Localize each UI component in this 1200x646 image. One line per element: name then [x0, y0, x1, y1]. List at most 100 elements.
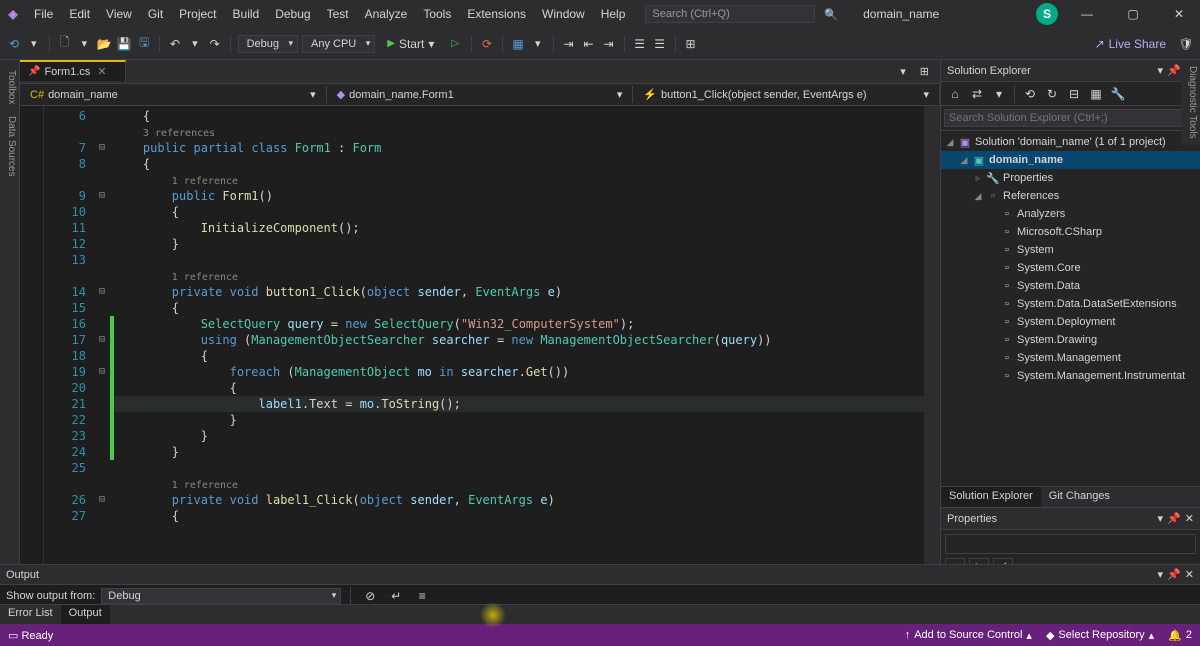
- panel-pin-icon[interactable]: 📌: [1167, 64, 1181, 77]
- tree-node[interactable]: ▫System.Deployment: [941, 313, 1200, 331]
- start-button[interactable]: ▶ Start ▾: [379, 34, 442, 54]
- side-tab-data-sources[interactable]: Data Sources: [0, 110, 19, 183]
- solution-tree[interactable]: ◢▣Solution 'domain_name' (1 of 1 project…: [941, 131, 1200, 486]
- code-content[interactable]: { 3 references public partial class Form…: [114, 106, 924, 570]
- editor-scrollbar[interactable]: [924, 106, 940, 570]
- menu-window[interactable]: Window: [534, 3, 593, 25]
- new-dropdown-icon[interactable]: ▾: [77, 34, 93, 53]
- open-icon[interactable]: 📂: [96, 36, 112, 52]
- maximize-button[interactable]: ▢: [1116, 2, 1150, 26]
- output-clear-icon[interactable]: ⊘: [360, 586, 380, 606]
- output-pin-icon[interactable]: 📌: [1167, 568, 1181, 581]
- breadcrumb-class[interactable]: ◆ domain_name.Form1 ▾: [327, 86, 634, 103]
- tree-node[interactable]: ▫System.Drawing: [941, 331, 1200, 349]
- start-no-debug-icon[interactable]: ▷: [446, 35, 464, 52]
- se-dropdown-icon[interactable]: ▾: [989, 84, 1009, 104]
- tree-node[interactable]: ▫Microsoft.CSharp: [941, 223, 1200, 241]
- undo-dropdown-icon[interactable]: ▾: [187, 34, 203, 53]
- breadcrumb-project[interactable]: C# domain_name ▾: [20, 86, 327, 103]
- menu-tools[interactable]: Tools: [415, 3, 459, 25]
- se-refresh-icon[interactable]: ↻: [1042, 84, 1062, 104]
- tree-node[interactable]: ▫System.Core: [941, 259, 1200, 277]
- browse-dropdown-icon[interactable]: ▾: [530, 34, 546, 53]
- output-tab[interactable]: Output: [61, 605, 110, 624]
- breadcrumb-member[interactable]: ⚡ button1_Click(object sender, EventArgs…: [633, 86, 940, 103]
- props-close-icon[interactable]: ✕: [1185, 512, 1194, 525]
- panel-tab[interactable]: Solution Explorer: [941, 487, 1041, 507]
- menu-build[interactable]: Build: [225, 3, 268, 25]
- se-switch-icon[interactable]: ⇄: [967, 84, 987, 104]
- tree-node[interactable]: ◢▣Solution 'domain_name' (1 of 1 project…: [941, 133, 1200, 151]
- output-toggle-icon[interactable]: ≡: [412, 586, 432, 606]
- props-dropdown-icon[interactable]: ▾: [1158, 512, 1164, 525]
- admin-icon[interactable]: 🛡: [1178, 36, 1194, 52]
- file-tab[interactable]: 📌Form1.cs✕: [20, 60, 126, 81]
- indent-icon[interactable]: ⇤: [581, 36, 597, 52]
- live-share-button[interactable]: ↗ Live Share: [1087, 34, 1174, 54]
- new-project-icon[interactable]: 🗋: [57, 36, 73, 52]
- user-avatar[interactable]: S: [1036, 3, 1058, 25]
- window-split-icon[interactable]: ⊞: [915, 62, 934, 81]
- comment-icon[interactable]: ☰: [632, 36, 648, 52]
- tree-node[interactable]: ▫System.Management: [941, 349, 1200, 367]
- folding-column[interactable]: ⊟⊟⊟⊟⊟⊟: [94, 106, 110, 570]
- diagnostic-tools-tab[interactable]: Diagnostic Tools: [1182, 60, 1200, 145]
- close-button[interactable]: ✕: [1162, 2, 1196, 26]
- menu-git[interactable]: Git: [140, 3, 171, 25]
- output-wrap-icon[interactable]: ↵: [386, 586, 406, 606]
- panel-tab[interactable]: Git Changes: [1041, 487, 1118, 507]
- tree-node[interactable]: ▫System.Data.DataSetExtensions: [941, 295, 1200, 313]
- properties-selector[interactable]: [945, 534, 1196, 554]
- menu-edit[interactable]: Edit: [61, 3, 98, 25]
- save-icon[interactable]: 💾: [116, 36, 132, 52]
- menu-test[interactable]: Test: [319, 3, 357, 25]
- props-pin-icon[interactable]: 📌: [1167, 512, 1181, 525]
- tab-close-icon[interactable]: ✕: [97, 65, 106, 78]
- tree-node[interactable]: ◢▫References: [941, 187, 1200, 205]
- platform-combo[interactable]: Any CPU: [302, 35, 375, 53]
- output-dropdown-icon[interactable]: ▾: [1158, 568, 1164, 581]
- menu-view[interactable]: View: [98, 3, 140, 25]
- step-icon[interactable]: ⇥: [561, 36, 577, 52]
- panel-dropdown-icon[interactable]: ▾: [1158, 64, 1164, 77]
- se-properties-icon[interactable]: 🔧: [1108, 84, 1128, 104]
- se-collapse-icon[interactable]: ⊟: [1064, 84, 1084, 104]
- minimize-button[interactable]: —: [1070, 2, 1104, 26]
- search-box[interactable]: Search (Ctrl+Q): [645, 5, 815, 23]
- nav-back-icon[interactable]: ⟲: [6, 36, 22, 52]
- se-home-icon[interactable]: ⌂: [945, 84, 965, 104]
- tree-node[interactable]: ▫System: [941, 241, 1200, 259]
- outdent-icon[interactable]: ⇥: [601, 36, 617, 52]
- bookmark-icon[interactable]: ⊞: [683, 36, 699, 52]
- menu-analyze[interactable]: Analyze: [357, 3, 416, 25]
- tree-node[interactable]: ▫System.Management.Instrumentat: [941, 367, 1200, 385]
- side-tab-toolbox[interactable]: Toolbox: [0, 64, 19, 110]
- output-tab[interactable]: Error List: [0, 605, 61, 624]
- search-icon[interactable]: 🔍: [819, 5, 843, 24]
- undo-icon[interactable]: ↶: [167, 36, 183, 52]
- nav-dropdown-icon[interactable]: ▾: [26, 34, 42, 53]
- browse-icon[interactable]: ▦: [510, 36, 526, 52]
- se-search-input[interactable]: [944, 109, 1197, 127]
- code-editor[interactable]: 6789101112131415161718192021222324252627…: [20, 106, 940, 570]
- menu-help[interactable]: Help: [593, 3, 634, 25]
- hot-reload-icon[interactable]: ⟳: [479, 36, 495, 52]
- se-showall-icon[interactable]: ▦: [1086, 84, 1106, 104]
- start-dropdown-icon[interactable]: ▾: [428, 37, 434, 51]
- notifications-bell[interactable]: 🔔 2: [1168, 629, 1192, 642]
- redo-icon[interactable]: ↷: [207, 36, 223, 52]
- menu-project[interactable]: Project: [171, 3, 224, 25]
- tree-node[interactable]: ▫System.Data: [941, 277, 1200, 295]
- menu-file[interactable]: File: [26, 3, 61, 25]
- config-combo[interactable]: Debug: [238, 35, 298, 53]
- save-all-icon[interactable]: 🖫: [136, 36, 152, 52]
- pin-icon[interactable]: 📌: [28, 66, 40, 77]
- uncomment-icon[interactable]: ☰: [652, 36, 668, 52]
- tree-node[interactable]: ▹🔧Properties: [941, 169, 1200, 187]
- tree-node[interactable]: ▫Analyzers: [941, 205, 1200, 223]
- tree-node[interactable]: ◢▣domain_name: [941, 151, 1200, 169]
- output-source-combo[interactable]: Debug: [101, 588, 341, 604]
- add-source-control[interactable]: ↑ Add to Source Control ▴: [905, 629, 1032, 642]
- select-repository[interactable]: ◆ Select Repository ▴: [1046, 629, 1154, 642]
- tab-overflow-icon[interactable]: ▾: [895, 62, 911, 81]
